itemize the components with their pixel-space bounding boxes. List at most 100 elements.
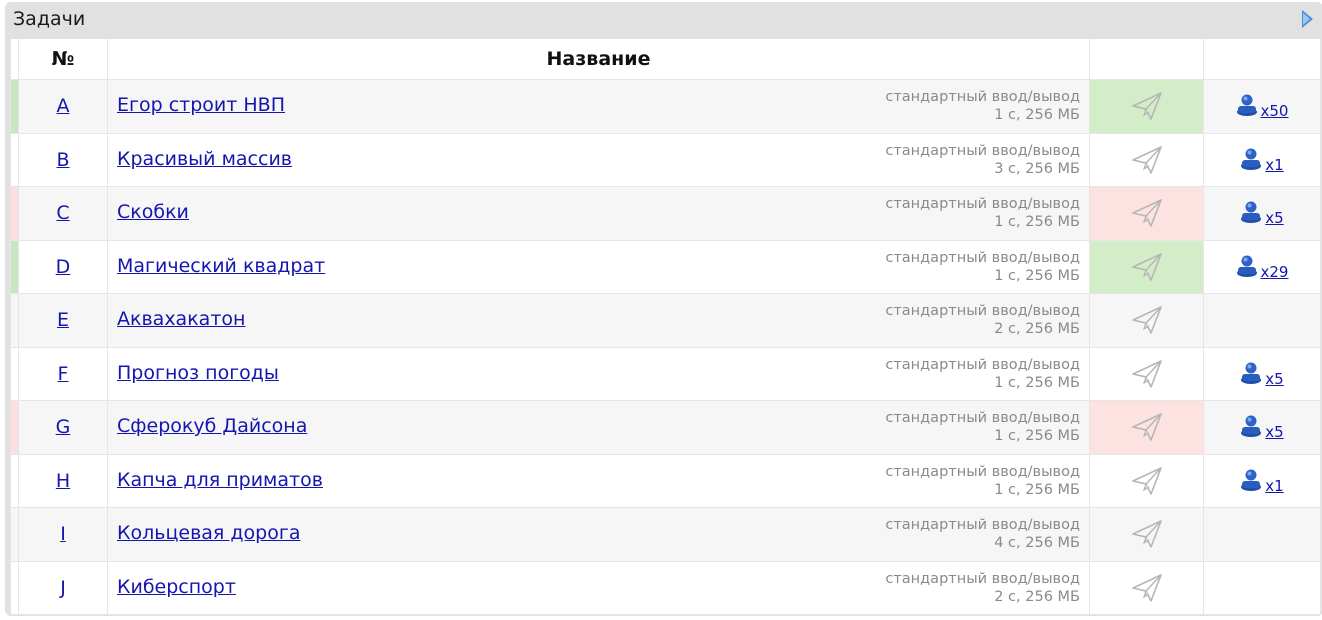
problem-meta: стандартный ввод/вывод 2 с, 256 МБ [885, 302, 1080, 338]
io-type: стандартный ввод/вывод [885, 356, 1080, 373]
problem-name-link[interactable]: Капча для приматов [117, 469, 323, 491]
io-type: стандартный ввод/вывод [885, 249, 1080, 266]
submit-cell [1089, 453, 1204, 508]
io-type: стандартный ввод/вывод [885, 517, 1080, 533]
problem-number-cell: B [18, 132, 108, 187]
status-indicator [10, 560, 19, 615]
problem-name-cell: Кольцевая дорога стандартный ввод/вывод 4 … [107, 507, 1090, 562]
submit-cell [1089, 507, 1204, 562]
paper-plane-icon[interactable] [1130, 413, 1164, 442]
problem-number-link[interactable]: F [58, 363, 69, 385]
paper-plane-icon[interactable] [1130, 199, 1164, 228]
solved-count-link[interactable]: x1 [1240, 146, 1284, 174]
problem-number-link[interactable]: D [56, 256, 71, 278]
problem-number-link[interactable]: I [60, 523, 66, 545]
solved-count: x5 [1265, 369, 1284, 388]
paper-plane-icon[interactable] [1130, 466, 1164, 495]
problem-name-link[interactable]: Киберспорт [117, 576, 236, 598]
status-indicator [10, 79, 19, 134]
table-row: H Капча для приматов стандартный ввод/выво… [10, 453, 1321, 508]
solved-count-link[interactable]: x29 [1236, 253, 1289, 281]
submit-column-header [1089, 39, 1204, 80]
problem-number-link[interactable]: H [56, 470, 70, 492]
solved-count-link[interactable]: x5 [1240, 199, 1284, 228]
user-icon [1240, 413, 1262, 441]
limits: 3 с, 256 МБ [994, 160, 1080, 177]
limits: 1 с, 256 МБ [994, 214, 1080, 230]
problem-number-cell: A [18, 79, 108, 134]
problem-name-link[interactable]: Аквахакатон [117, 308, 245, 330]
submit-cell [1089, 186, 1204, 241]
limits: 1 с, 256 МБ [994, 481, 1080, 498]
table-row: J Киберспорт стандартный ввод/вывод 2 с, 25… [10, 560, 1321, 615]
paper-plane-icon[interactable] [1130, 252, 1164, 281]
table-row: I Кольцевая дорога стандартный ввод/вывод 4… [10, 507, 1321, 562]
problem-meta: стандартный ввод/вывод 1 с, 256 МБ [885, 409, 1080, 445]
solved-count: x5 [1265, 209, 1284, 228]
problem-name-link[interactable]: Егор строит НВП [117, 94, 285, 116]
collapse-arrow-icon[interactable] [1302, 10, 1313, 28]
paper-plane-icon[interactable] [1130, 145, 1164, 174]
solved-count-cell: x29 [1203, 239, 1321, 294]
solved-count-cell: x5 [1203, 400, 1321, 455]
paper-plane-icon[interactable] [1130, 520, 1164, 549]
submit-cell [1089, 346, 1204, 401]
problem-number-link[interactable]: E [57, 309, 69, 331]
solved-count: x29 [1260, 262, 1289, 281]
solved-column-header [1203, 39, 1321, 80]
status-indicator [10, 346, 19, 401]
problem-name-link[interactable]: Магический квадрат [117, 255, 325, 277]
limits: 2 с, 256 МБ [994, 588, 1080, 605]
problem-number-link[interactable]: G [56, 416, 71, 438]
solved-count-cell: x5 [1203, 346, 1321, 401]
problem-number-cell: D [18, 239, 108, 294]
io-type: стандартный ввод/вывод [885, 463, 1080, 480]
solved-count-cell [1203, 293, 1321, 348]
problem-number-cell: E [18, 293, 108, 348]
problem-number-link[interactable]: J [60, 577, 66, 599]
table-row: C Скобки стандартный ввод/вывод 1 с, 256 МБ… [10, 186, 1321, 241]
solved-count-link[interactable]: x5 [1240, 413, 1284, 441]
problem-name-link[interactable]: Скобки [117, 201, 189, 223]
status-indicator [10, 453, 19, 508]
paper-plane-icon[interactable] [1130, 306, 1164, 335]
status-column-header [10, 39, 19, 80]
problem-number-cell: F [18, 346, 108, 401]
solved-count-link[interactable]: x1 [1240, 467, 1284, 495]
problem-number-link[interactable]: C [56, 202, 69, 224]
problem-name-cell: Аквахакатон стандартный ввод/вывод 2 с, 25… [107, 293, 1090, 348]
problem-meta: стандартный ввод/вывод 3 с, 256 МБ [885, 142, 1080, 178]
problems-panel: Задачи № Название A Егор строит НВП станда… [5, 2, 1322, 616]
problem-number-cell: C [18, 186, 108, 241]
limits: 1 с, 256 МБ [994, 428, 1080, 444]
solved-count-link[interactable]: x5 [1240, 360, 1284, 388]
io-type: стандартный ввод/вывод [885, 570, 1080, 587]
problem-number-link[interactable]: A [57, 95, 70, 117]
solved-count-cell [1203, 560, 1321, 615]
table-header-row: № Название [10, 39, 1321, 80]
solved-count-link[interactable]: x50 [1236, 92, 1288, 120]
problem-name-link[interactable]: Прогноз погоды [117, 362, 279, 384]
solved-count-cell: x50 [1203, 79, 1321, 134]
problem-name-link[interactable]: Сферокуб Дайсона [117, 415, 307, 437]
problem-name-cell: Красивый массив стандартный ввод/вывод 3 с… [107, 132, 1090, 187]
user-icon [1240, 199, 1262, 227]
limits: 1 с, 256 МБ [994, 374, 1080, 391]
submit-cell [1089, 293, 1204, 348]
problem-name-cell: Прогноз погоды стандартный ввод/вывод 1 с,… [107, 346, 1090, 401]
limits: 2 с, 256 МБ [994, 321, 1080, 337]
problem-name-cell: Сферокуб Дайсона стандартный ввод/вывод 1 … [107, 400, 1090, 455]
paper-plane-icon[interactable] [1130, 92, 1164, 121]
table-row: E Аквахакатон стандартный ввод/вывод 2 с, 2… [10, 293, 1321, 348]
paper-plane-icon[interactable] [1130, 359, 1164, 388]
limits: 1 с, 256 МБ [994, 107, 1080, 123]
paper-plane-icon[interactable] [1130, 573, 1164, 602]
problem-number-link[interactable]: B [56, 149, 69, 171]
problem-meta: стандартный ввод/вывод 1 с, 256 МБ [885, 356, 1080, 392]
table-row: D Магический квадрат стандартный ввод/выво… [10, 239, 1321, 294]
limits: 1 с, 256 МБ [994, 267, 1080, 284]
problem-name-link[interactable]: Кольцевая дорога [117, 522, 300, 544]
problem-name-link[interactable]: Красивый массив [117, 148, 292, 170]
problem-meta: стандартный ввод/вывод 1 с, 256 МБ [885, 195, 1080, 231]
number-column-header: № [18, 39, 108, 80]
